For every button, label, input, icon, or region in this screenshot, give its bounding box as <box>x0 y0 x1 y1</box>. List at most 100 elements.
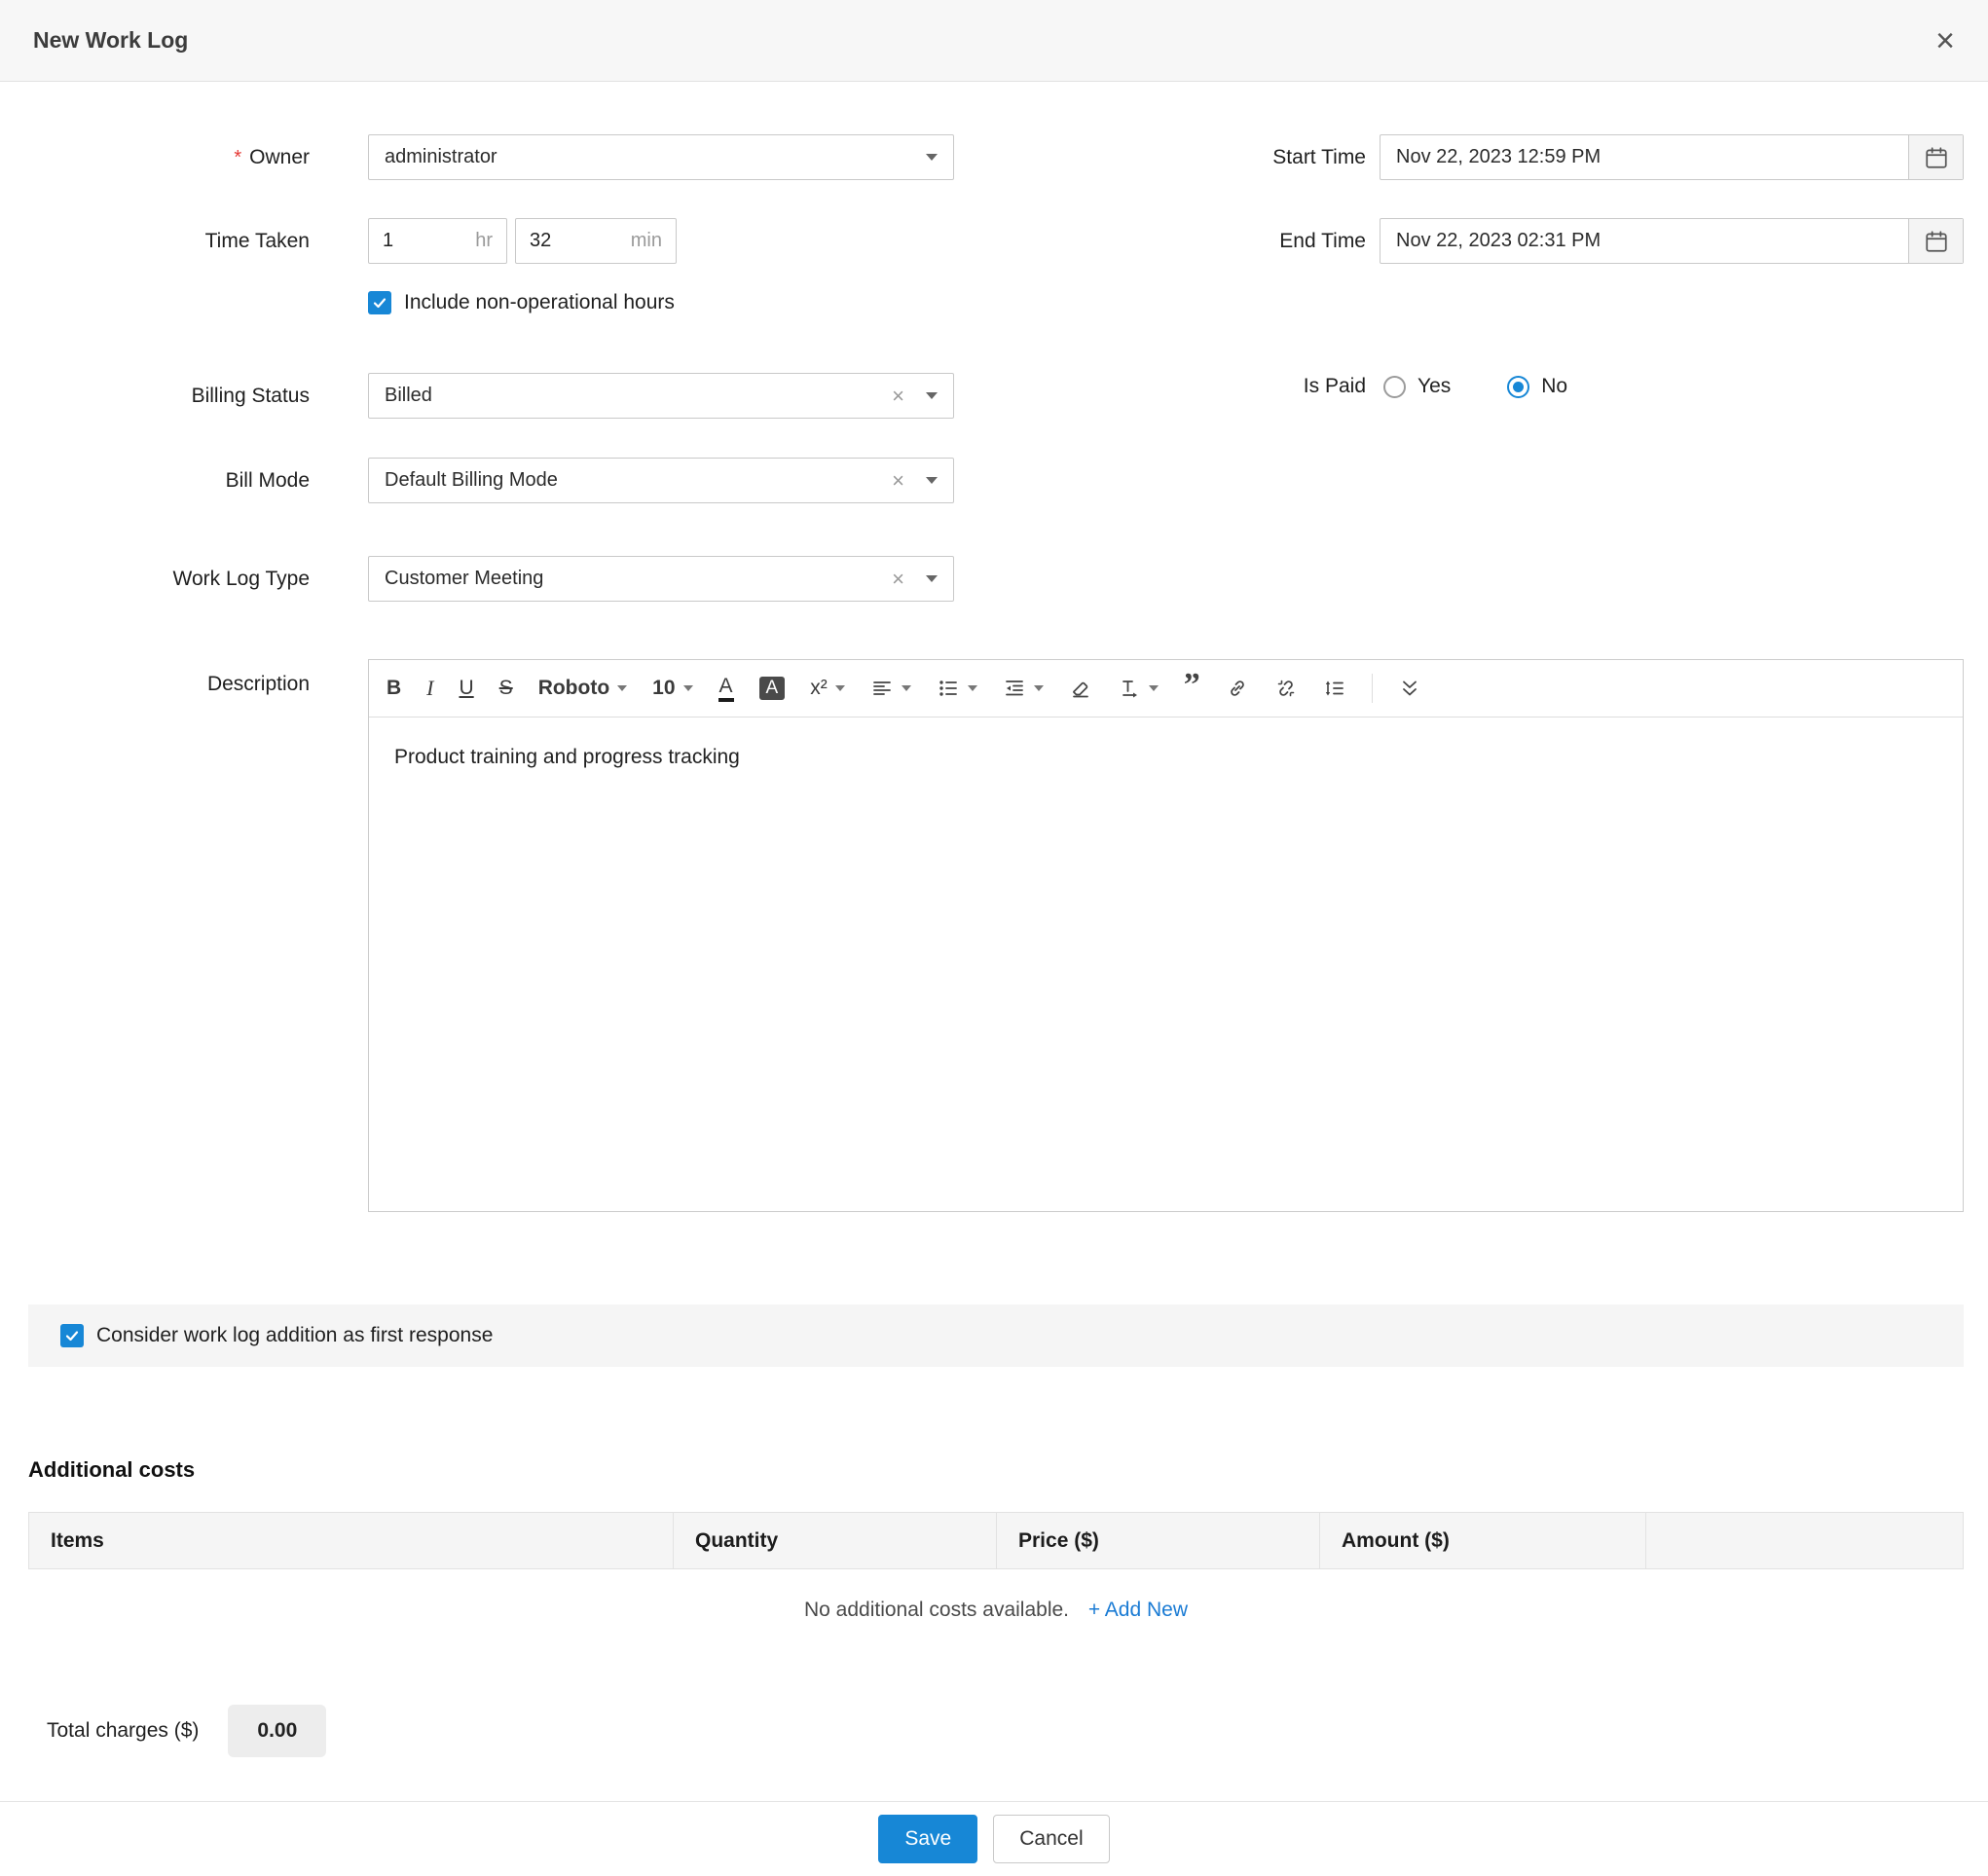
additional-costs-heading: Additional costs <box>28 1457 1964 1483</box>
chevron-down-icon <box>926 154 938 161</box>
link-icon <box>1226 677 1249 700</box>
clear-format-button[interactable] <box>1069 677 1092 700</box>
include-non-operational-label: Include non-operational hours <box>404 291 675 314</box>
time-taken-hours-box: hr <box>368 218 507 264</box>
chevron-down-icon <box>926 392 938 399</box>
minutes-unit-label: min <box>631 230 662 252</box>
rich-text-editor: B I U S Roboto 10 A <box>368 659 1964 1212</box>
cancel-button[interactable]: Cancel <box>993 1815 1109 1863</box>
owner-label: *Owner <box>28 146 310 169</box>
chevron-down-icon <box>968 685 977 691</box>
clear-icon[interactable]: × <box>886 468 910 494</box>
end-time-value: Nov 22, 2023 02:31 PM <box>1396 230 1601 252</box>
clear-icon[interactable]: × <box>886 384 910 409</box>
eraser-icon <box>1069 677 1092 700</box>
chevron-down-icon <box>617 685 627 691</box>
time-taken-label: Time Taken <box>28 230 310 253</box>
save-button[interactable]: Save <box>878 1815 977 1863</box>
superscript-button[interactable]: x² <box>810 677 845 700</box>
hours-input[interactable] <box>383 230 435 252</box>
bill-mode-value: Default Billing Mode <box>385 469 558 492</box>
new-work-log-dialog: New Work Log × *Owner administrator Time… <box>0 0 1988 1876</box>
description-input[interactable]: Product training and progress tracking <box>369 717 1963 1211</box>
time-taken-minutes-box: min <box>515 218 677 264</box>
right-column: Start Time Nov 22, 2023 12:59 PM End Tim… <box>1222 134 1964 398</box>
more-tools-button[interactable] <box>1398 677 1421 700</box>
empty-state-text: No additional costs available. <box>804 1599 1069 1621</box>
chevron-down-icon <box>683 685 693 691</box>
blockquote-button[interactable]: ” <box>1184 679 1200 698</box>
double-chevron-down-icon <box>1398 677 1421 700</box>
start-time-row: Start Time Nov 22, 2023 12:59 PM <box>1222 134 1964 180</box>
form-area: *Owner administrator Time Taken hr <box>0 82 1988 1757</box>
end-time-input[interactable]: Nov 22, 2023 02:31 PM <box>1380 218 1964 264</box>
additional-costs-table-header: Items Quantity Price ($) Amount ($) <box>28 1512 1964 1569</box>
bold-button[interactable]: B <box>387 677 401 700</box>
owner-select[interactable]: administrator <box>368 134 954 180</box>
text-color-button[interactable]: A <box>718 675 734 702</box>
total-charges-value: 0.00 <box>228 1705 326 1757</box>
column-header-items: Items <box>29 1513 673 1568</box>
end-time-calendar-button[interactable] <box>1908 219 1963 263</box>
superscript-icon: x² <box>810 677 828 700</box>
radio-unselected-icon <box>1383 376 1406 398</box>
start-time-value: Nov 22, 2023 12:59 PM <box>1396 146 1601 168</box>
column-header-quantity: Quantity <box>673 1513 996 1568</box>
add-new-link[interactable]: + Add New <box>1088 1599 1188 1621</box>
close-icon[interactable]: × <box>1935 24 1955 57</box>
clear-icon[interactable]: × <box>886 567 910 592</box>
start-time-input[interactable]: Nov 22, 2023 12:59 PM <box>1380 134 1964 180</box>
chevron-down-icon <box>926 575 938 582</box>
unlink-icon <box>1274 677 1298 700</box>
italic-button[interactable]: I <box>426 676 433 701</box>
is-paid-no-label: No <box>1541 375 1567 398</box>
is-paid-no-radio[interactable]: No <box>1507 375 1567 398</box>
bill-mode-select[interactable]: Default Billing Mode × <box>368 458 954 503</box>
calendar-icon <box>1924 145 1949 170</box>
background-color-icon: A <box>759 677 786 701</box>
indent-button[interactable] <box>1003 677 1044 700</box>
is-paid-yes-radio[interactable]: Yes <box>1383 375 1451 398</box>
checkbox-checked-icon <box>60 1324 84 1347</box>
chevron-down-icon <box>1149 685 1159 691</box>
strikethrough-button[interactable]: S <box>499 677 513 700</box>
end-time-row: End Time Nov 22, 2023 02:31 PM <box>1222 218 1964 264</box>
underline-button[interactable]: U <box>460 677 474 700</box>
column-header-actions <box>1645 1513 1963 1568</box>
font-family-select[interactable]: Roboto <box>538 677 627 700</box>
line-height-button[interactable] <box>1323 677 1346 700</box>
list-button[interactable] <box>937 677 977 700</box>
editor-toolbar: B I U S Roboto 10 A <box>369 660 1963 717</box>
additional-costs-empty-row: No additional costs available. + Add New <box>28 1599 1964 1622</box>
quote-icon: ” <box>1184 679 1200 698</box>
work-log-type-row: Work Log Type Customer Meeting × <box>28 556 1964 602</box>
unlink-button[interactable] <box>1274 677 1298 700</box>
align-button[interactable] <box>870 677 911 700</box>
total-charges-label: Total charges ($) <box>47 1719 199 1743</box>
minutes-input[interactable] <box>530 230 582 252</box>
chevron-down-icon <box>902 685 911 691</box>
chevron-down-icon <box>835 685 845 691</box>
billing-status-select[interactable]: Billed × <box>368 373 954 419</box>
is-paid-label: Is Paid <box>1222 375 1366 398</box>
background-color-button[interactable]: A <box>759 677 786 701</box>
required-asterisk: * <box>234 147 241 168</box>
billing-status-value: Billed <box>385 385 432 407</box>
dialog-header: New Work Log × <box>0 0 1988 82</box>
hours-unit-label: hr <box>475 230 493 252</box>
calendar-icon <box>1924 229 1949 254</box>
indent-icon <box>1003 677 1026 700</box>
text-direction-button[interactable] <box>1118 677 1159 700</box>
dialog-title: New Work Log <box>33 27 188 54</box>
start-time-calendar-button[interactable] <box>1908 135 1963 179</box>
checkbox-checked-icon <box>368 291 391 314</box>
work-log-type-select[interactable]: Customer Meeting × <box>368 556 954 602</box>
column-header-price: Price ($) <box>996 1513 1319 1568</box>
radio-selected-icon <box>1507 376 1529 398</box>
bill-mode-label: Bill Mode <box>28 469 310 493</box>
font-size-select[interactable]: 10 <box>652 677 692 700</box>
link-button[interactable] <box>1226 677 1249 700</box>
start-time-label: Start Time <box>1222 146 1366 169</box>
first-response-band: Consider work log addition as first resp… <box>28 1305 1964 1367</box>
first-response-checkbox[interactable]: Consider work log addition as first resp… <box>60 1324 493 1347</box>
